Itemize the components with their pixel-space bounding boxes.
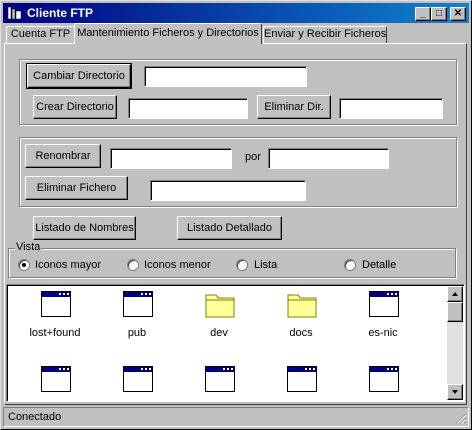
resize-grip-icon[interactable] <box>453 411 467 425</box>
ftp-client-window: Cliente FTP _ □ ✕ Cuenta FTP Mantenimien… <box>0 0 472 430</box>
window-icon <box>204 364 236 394</box>
vista-group-title: Vista <box>15 241 42 253</box>
close-button[interactable]: ✕ <box>450 7 466 21</box>
minimize-button[interactable]: _ <box>415 7 431 21</box>
list-item-name: lost+found <box>29 327 81 339</box>
scroll-thumb[interactable] <box>447 302 463 322</box>
scroll-up-button[interactable] <box>447 286 463 302</box>
window-icon <box>286 364 318 394</box>
tab-mantenimiento[interactable]: Mantenimiento Ficheros y Directorios <box>74 23 262 44</box>
delete-directory-field[interactable] <box>339 98 443 119</box>
tab-enviar-recibir[interactable]: Enviar y Recibir Ficheros <box>263 26 387 43</box>
radio-iconos-menor[interactable] <box>127 259 139 271</box>
por-label: por <box>245 151 261 163</box>
radio-selected-dot <box>22 263 26 267</box>
list-item-name: es-nic <box>368 327 398 339</box>
rename-button[interactable]: Renombrar <box>25 144 101 168</box>
window-title: Cliente FTP <box>27 6 94 20</box>
delete-file-button[interactable]: Eliminar Fichero <box>25 176 128 200</box>
delete-file-field[interactable] <box>150 180 306 201</box>
window-icon <box>368 364 400 394</box>
vertical-scrollbar[interactable] <box>447 286 463 400</box>
list-item-name: docs <box>289 327 313 339</box>
title-bar[interactable]: Cliente FTP _ □ ✕ <box>3 3 469 23</box>
window-icon <box>40 289 72 319</box>
radio-iconos-mayor[interactable] <box>18 259 30 271</box>
folder-icon <box>287 294 317 318</box>
arrow-up-icon <box>452 292 458 296</box>
radio-label-detalle: Detalle <box>362 259 397 271</box>
radio-detalle[interactable] <box>344 259 356 271</box>
tab-cuenta-ftp[interactable]: Cuenta FTP <box>6 26 75 43</box>
window-icon <box>368 289 400 319</box>
folder-icon <box>205 294 235 318</box>
arrow-down-icon <box>452 390 458 394</box>
radio-label-iconos-menor: Iconos menor <box>144 259 211 271</box>
list-item-name: pub <box>127 327 147 339</box>
change-directory-button[interactable]: Cambiar Directorio <box>26 63 132 89</box>
radio-label-iconos-mayor: Iconos mayor <box>35 259 102 271</box>
change-directory-field[interactable] <box>144 66 307 87</box>
radio-lista[interactable] <box>236 259 248 271</box>
rename-from-field[interactable] <box>110 148 232 169</box>
scroll-down-button[interactable] <box>447 384 463 400</box>
maximize-button[interactable]: □ <box>431 7 447 21</box>
app-icon <box>7 6 22 20</box>
delete-directory-button[interactable]: Eliminar Dir. <box>257 95 331 119</box>
list-item-name: dev <box>210 327 228 339</box>
status-bar: Conectado <box>3 407 469 427</box>
list-names-button[interactable]: Listado de Nombres <box>33 216 136 240</box>
create-directory-button[interactable]: Crear Directorio <box>33 95 117 119</box>
list-detailed-button[interactable]: Listado Detallado <box>177 216 282 240</box>
radio-label-lista: Lista <box>254 259 278 271</box>
rename-to-field[interactable] <box>268 148 389 169</box>
create-directory-field[interactable] <box>128 98 248 119</box>
status-text: Conectado <box>8 411 62 423</box>
window-icon <box>122 289 154 319</box>
window-icon <box>40 364 72 394</box>
file-list-view[interactable]: lost+found pub dev docs es-nic <box>6 284 465 402</box>
window-icon <box>122 364 154 394</box>
